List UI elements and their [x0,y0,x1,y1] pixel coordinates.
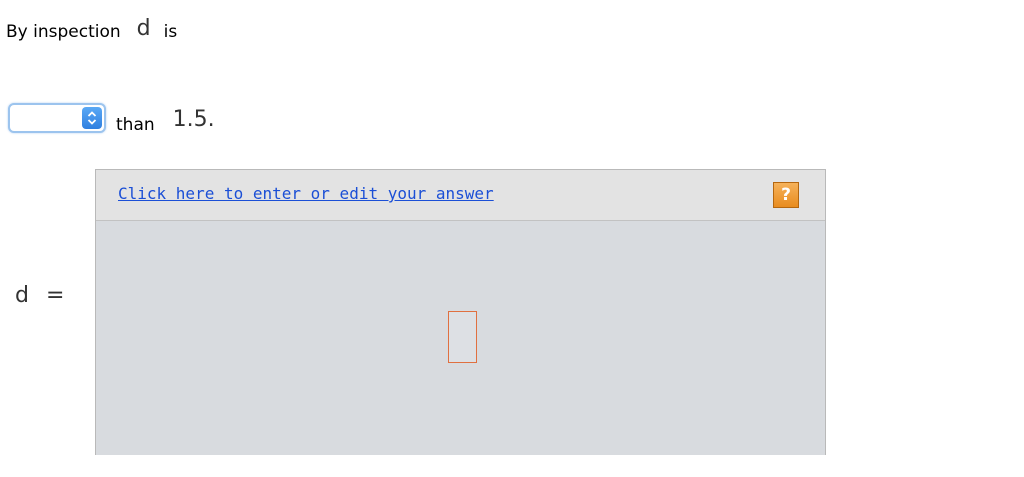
comparison-select[interactable] [8,103,106,133]
select-updown-arrows-icon[interactable] [82,107,102,129]
question-prefix: By inspection [6,22,121,42]
variable-d: d [136,16,151,41]
answer-label: d = [15,283,64,308]
question-line-1: By inspection d is [6,16,178,47]
threshold-value: 1.5. [172,106,215,132]
enter-answer-link[interactable]: Click here to enter or edit your answer [118,184,494,203]
equals-sign: = [45,283,65,308]
question-suffix: is [163,22,178,42]
question-page: By inspection d is than 1.5. d = Click h… [0,0,1024,477]
answer-variable-d: d [15,283,29,308]
answer-input-slot[interactable] [448,311,477,363]
answer-editor-header: Click here to enter or edit your answer … [96,170,825,221]
than-text: than [116,115,155,135]
help-question-icon[interactable]: ? [773,182,799,208]
answer-editor[interactable]: Click here to enter or edit your answer … [95,169,826,455]
question-line-2: than 1.5. [8,98,215,138]
